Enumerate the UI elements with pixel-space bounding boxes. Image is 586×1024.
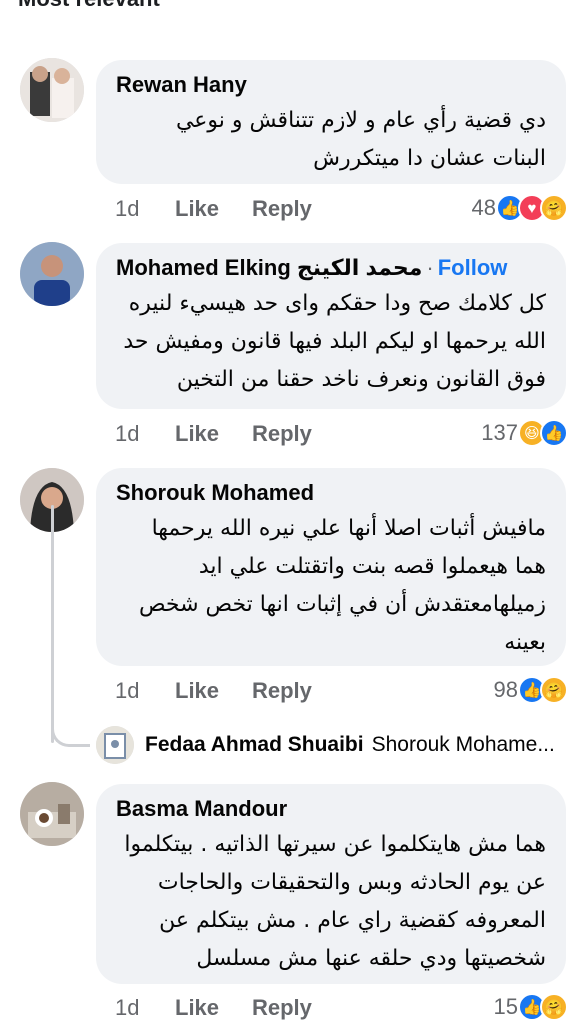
reactions-summary[interactable]: 15 👍 🤗 [494,993,568,1021]
comment-text: كل كلامك صح ودا حقكم واى حد هيسيء لنيره … [116,285,546,399]
comment-text: دي قضية رأي عام و لازم تتناقش و نوعي الب… [116,102,546,178]
care-reaction-icon: 🤗 [540,676,568,704]
like-button[interactable]: Like [175,678,252,704]
comment-text-line: البنات عشان دا ميتكررش [313,146,546,171]
care-reaction-icon: 🤗 [540,993,568,1021]
reply-avatar[interactable] [96,726,134,764]
avatar[interactable] [20,242,84,306]
follow-button[interactable]: Follow [438,255,508,280]
comment-text-line: مافيش أثبات اصلا أنها علي نيره الله يرحم… [151,516,546,541]
comment-text-line: كل كلامك صح ودا حقكم واى حد هيسيء لنيره [128,291,546,316]
reply-button[interactable]: Reply [252,995,312,1021]
comment-time[interactable]: 1d [115,421,175,447]
comment-text-line: هما مش هايتكلموا عن سيرتها الذاتيه . بيت… [124,832,546,857]
comment-author[interactable]: Shorouk Mohamed [116,480,546,506]
reply-button[interactable]: Reply [252,196,312,222]
thread-line [51,505,54,743]
care-reaction-icon: 🤗 [540,194,568,222]
reaction-count: 48 [471,195,496,220]
comment-author: Mohamed Elking محمد الكينج · Follow [116,255,546,281]
comment-bubble[interactable]: Basma Mandour هما مش هايتكلموا عن سيرتها… [96,784,566,984]
sort-label[interactable]: Most relevant [18,0,160,12]
reactions-summary[interactable]: 98 👍 🤗 [494,676,568,704]
comment-text-line: دي قضية رأي عام و لازم تتناقش و نوعي [175,108,546,133]
reply-text: Shorouk Mohame... [371,733,555,756]
reactions-summary[interactable]: 137 😆 👍 [481,419,568,447]
reply-button[interactable]: Reply [252,421,312,447]
comment-bubble[interactable]: Mohamed Elking محمد الكينج · Follow كل كلا… [96,243,566,409]
reply-preview[interactable]: Fedaa Ahmad Shuaibi Shorouk Mohame... [145,733,555,757]
comment-text: هما مش هايتكلموا عن سيرتها الذاتيه . بيت… [116,826,546,978]
reaction-count: 137 [481,420,518,445]
comment-text: مافيش أثبات اصلا أنها علي نيره الله يرحم… [116,510,546,662]
comment-text-line: عن يوم الحادثه وبس والتحقيقات والحاجات [157,870,546,895]
comment-actions: 1d Like Reply [115,995,312,1021]
comment-actions: 1d Like Reply [115,421,312,447]
reaction-count: 98 [493,677,518,702]
comment-actions: 1d Like Reply [115,196,312,222]
avatar[interactable] [20,58,84,122]
comment-text-line: شخصيتها ودي حلقه عنها مش مسلسل [196,946,546,971]
comment-bubble[interactable]: Rewan Hany دي قضية رأي عام و لازم تتناقش… [96,60,566,184]
comment-actions: 1d Like Reply [115,678,312,704]
comment-text-line: الله يرحمها او ليكم البلد فيها قانون ومف… [123,329,546,354]
comment-time[interactable]: 1d [115,196,175,222]
comment-time[interactable]: 1d [115,995,175,1021]
reply-button[interactable]: Reply [252,678,312,704]
comment-text-line: هما هيعملوا قصه بنت واتقتلت علي ايد [198,554,546,579]
reactions-summary[interactable]: 48 👍 ♥ 🤗 [472,194,568,222]
comment-text-line: المعروفه كقضية راي عام . مش بيتكلم عن [159,908,546,933]
comment-bubble[interactable]: Shorouk Mohamed مافيش أثبات اصلا أنها عل… [96,468,566,666]
avatar[interactable] [20,782,84,846]
reaction-count: 15 [493,994,518,1019]
thread-connector [51,716,90,747]
comment-author-name[interactable]: Mohamed Elking محمد الكينج [116,255,422,280]
comment-text-line: بعينه [504,630,546,655]
like-button[interactable]: Like [175,196,252,222]
separator-dot: · [426,255,434,280]
comment-time[interactable]: 1d [115,678,175,704]
comment-text-line: فوق القانون ونعرف ناخد حقنا من التخين [176,367,546,392]
like-button[interactable]: Like [175,995,252,1021]
reply-author[interactable]: Fedaa Ahmad Shuaibi [145,733,364,756]
like-reaction-icon: 👍 [540,419,568,447]
comment-author[interactable]: Basma Mandour [116,796,546,822]
comment-author[interactable]: Rewan Hany [116,72,546,98]
like-button[interactable]: Like [175,421,252,447]
comment-text-line: زميلهامعتقدش أن في إثبات انها تخص شخص [138,592,546,617]
